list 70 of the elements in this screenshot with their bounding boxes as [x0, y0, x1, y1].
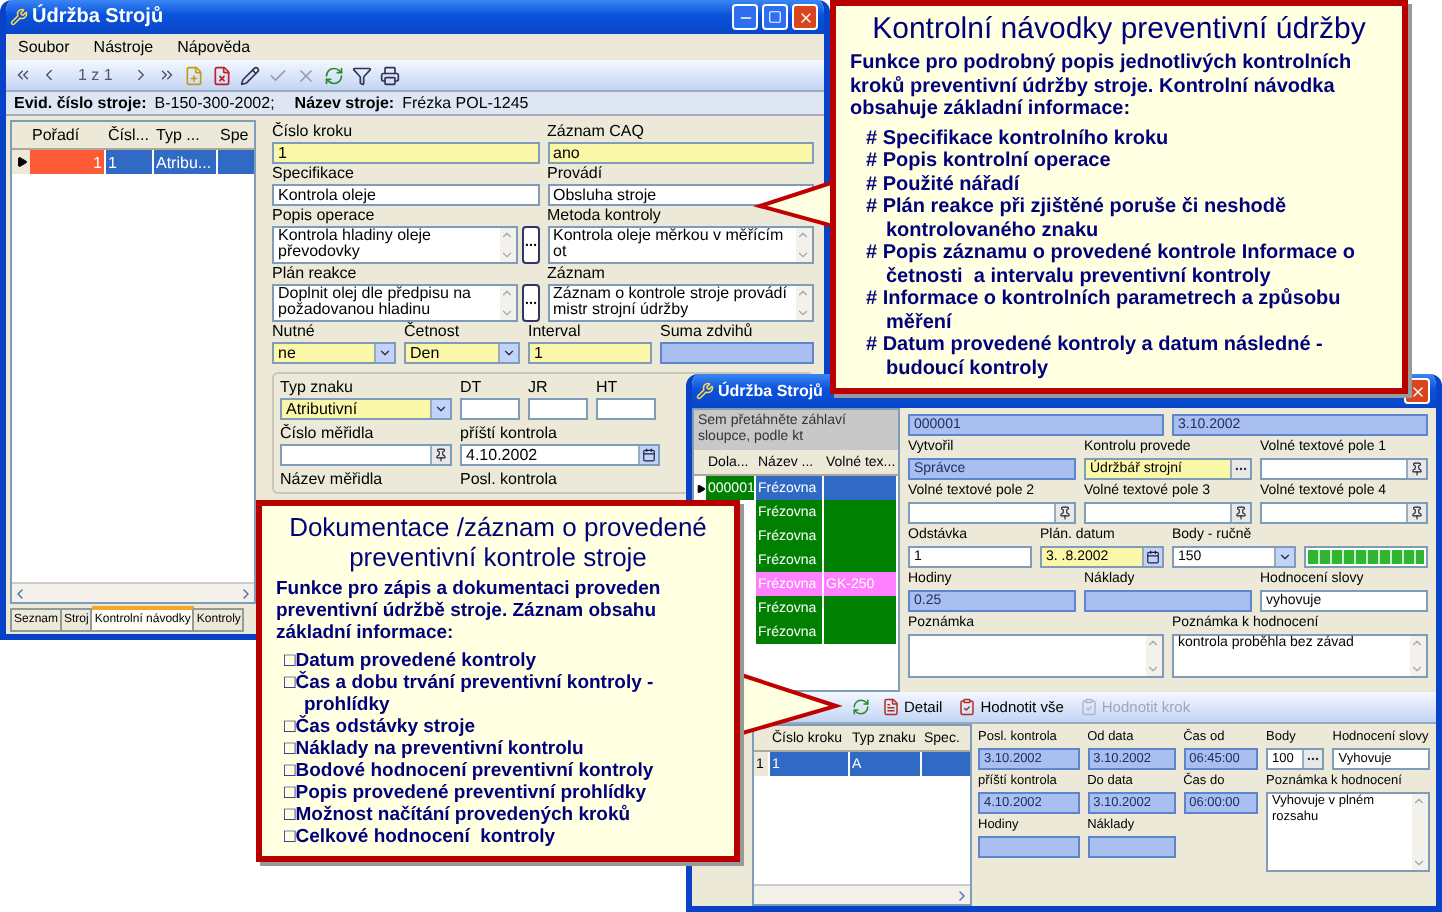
callout-item: # Popis kontrolní operace — [866, 150, 1113, 173]
field-label: Popis operace — [272, 206, 377, 224]
callout-item: □Bodové hodnocení preventivní kontroly — [284, 760, 656, 782]
window-title: Údržba Strojů — [32, 6, 164, 28]
callout-item: □Čas odstávky stroje — [284, 716, 478, 738]
date-field[interactable]: 4.10.2002 — [460, 444, 660, 466]
info-label: Název stroje: — [294, 94, 395, 112]
field-label: Plán reakce — [272, 264, 359, 282]
table-cell: 1 — [106, 150, 154, 174]
field-label: Nutné — [272, 322, 317, 340]
field-label: Název měřidla — [280, 470, 385, 488]
memo-field[interactable]: Kontrola hladiny oleje převodovky — [272, 226, 517, 264]
callout-item: # Použité nářadí — [866, 173, 1022, 196]
field-label: DT — [460, 378, 484, 396]
dropdown-field[interactable]: Atributivní — [280, 398, 452, 420]
field-label: JR — [528, 378, 550, 396]
callout-title: Kontrolní návodky preventivní údržby — [870, 12, 1368, 46]
field-label: Číslo kroku — [272, 122, 355, 140]
column-header[interactable]: Typ ... — [154, 126, 218, 144]
callout-title: Dokumentace /záznam o provedené preventivní kontrole stroje — [287, 512, 709, 572]
callout-item: # Plán reakce při zjištěné poruše či neshodě kontrolovaného znaku — [866, 196, 1289, 242]
field-label: Záznam — [547, 264, 607, 282]
memo-field[interactable]: Kontrola oleje měrkou v měřícím ot — [547, 226, 814, 264]
callout-item: □Popis provedené preventivní prohlídky — [284, 782, 649, 804]
dropdown-field[interactable]: ne — [272, 342, 396, 364]
text-field[interactable]: 1 — [528, 342, 652, 364]
menu-item[interactable]: Soubor — [18, 38, 70, 56]
info-value: Frézka POL-1245 — [402, 94, 529, 112]
field-label: Posl. kontrola — [460, 470, 559, 488]
callout-item: # Datum provedené kontroly a datum následné - budoucí kontroly — [866, 334, 1325, 380]
field-label: Specifikace — [272, 164, 356, 182]
text-field[interactable]: 1 — [272, 142, 539, 164]
field-label: Četnost — [404, 322, 462, 340]
callout-item: □Celkové hodnocení kontroly — [284, 826, 558, 848]
table-row[interactable]: 1 1 Atribu... — [12, 150, 254, 174]
text-field[interactable]: Obsluha stroje — [547, 184, 814, 206]
callout-text: Funkce pro podrobný popis jednotlivých kontrolních kroků preventivní údržby stroje. Kontrolní návodka obsahuje základní informace: — [850, 52, 1354, 121]
field-label: Interval — [528, 322, 583, 340]
dropdown-field[interactable]: Den — [404, 342, 520, 364]
field-label: Suma zdvihů — [660, 322, 755, 340]
text-field[interactable]: ano — [547, 142, 814, 164]
field-label: příští kontrola — [460, 424, 559, 442]
callout-item: # Informace o kontrolních parametrech a způsobu měření — [866, 288, 1343, 334]
menu-item[interactable]: Nástroje — [93, 38, 154, 56]
callout-item: # Specifikace kontrolního kroku — [866, 127, 1171, 150]
table-cell: 1 — [30, 150, 106, 174]
callout-item: □Náklady na preventivní kontrolu — [284, 738, 586, 760]
text-field[interactable]: Kontrola oleje — [272, 184, 539, 206]
window-title: Údržba Strojů — [718, 382, 823, 400]
column-header[interactable]: Spe — [218, 126, 254, 144]
callout-item: □Možnost načítání provedených kroků — [284, 804, 633, 826]
table-cell: Atribu... — [154, 150, 218, 174]
menu-item[interactable]: Nápověda — [177, 38, 251, 56]
callout-item: # Popis záznamu o provedené kontrole Informace o četnosti a intervalu preventivní kontroly — [866, 242, 1357, 287]
field-label: HT — [596, 378, 620, 396]
field-label: Provádí — [547, 164, 605, 182]
field-label: Typ znaku — [280, 378, 355, 396]
memo-field[interactable]: Doplnit olej dle předpisu na požadovanou hladinu — [272, 284, 517, 322]
field-label: Číslo měřidla — [280, 424, 376, 442]
record-counter: 1 z 1 — [76, 66, 115, 84]
callout-item: □Čas a dobu trvání preventivní kontroly - prohlídky — [284, 672, 656, 716]
column-header[interactable]: Čísl... — [106, 126, 154, 144]
field-label: Záznam CAQ — [547, 122, 646, 140]
info-value: B-150-300-2002; — [154, 94, 275, 112]
callout-item: □Datum provedené kontroly — [284, 650, 539, 672]
callout-text: Funkce pro zápis a dokumentaci proveden preventivní údržbě stroje. Záznam obsahu základní informace: — [276, 578, 663, 644]
memo-field[interactable]: Záznam o kontrole stroje provádí mistr strojní údržby — [547, 284, 814, 322]
column-header[interactable]: Pořadí — [30, 126, 106, 144]
field-label: Metoda kontroly — [547, 206, 663, 224]
info-label: Evid. číslo stroje: — [14, 94, 147, 112]
